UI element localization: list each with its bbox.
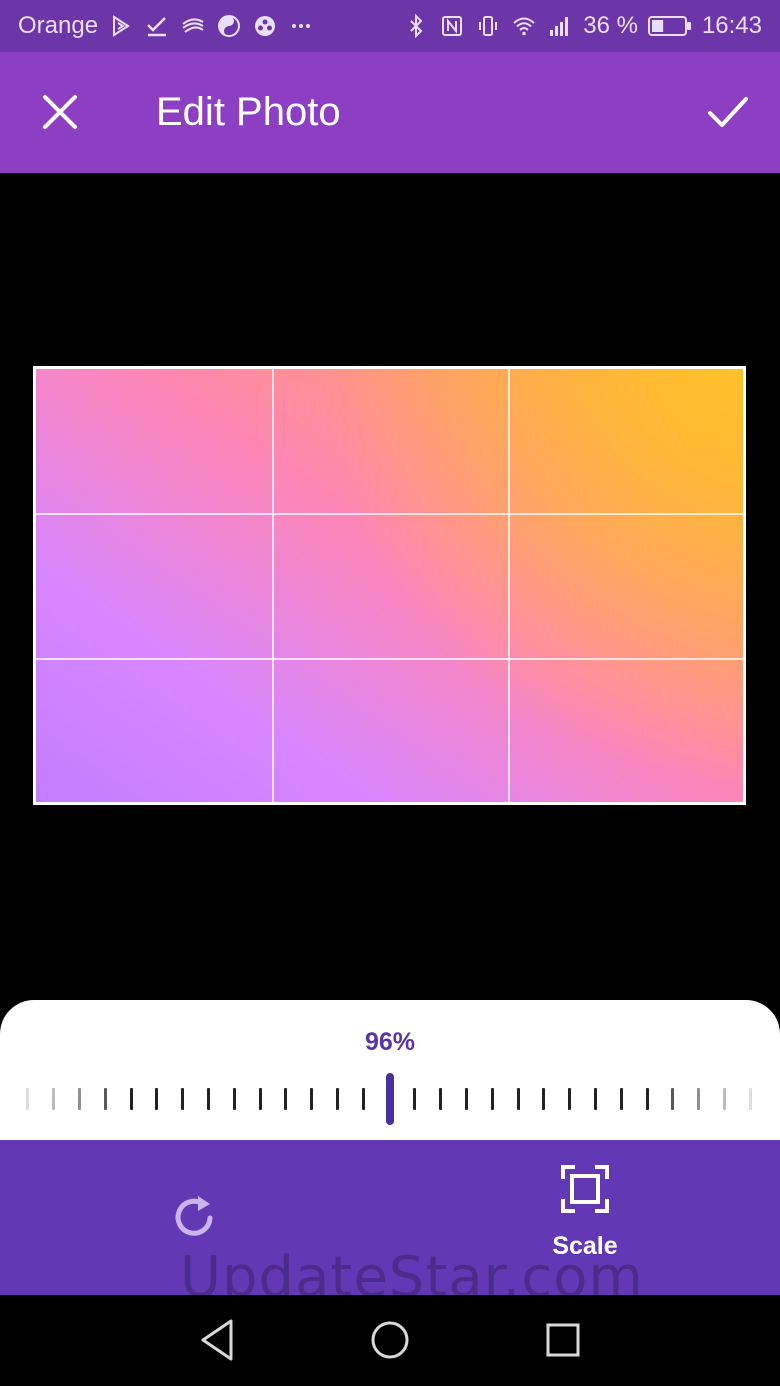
close-button[interactable]: [38, 90, 82, 134]
check-icon: [144, 13, 170, 39]
swirl-icon: [180, 13, 206, 39]
more-icon: [288, 13, 314, 39]
ball-icon: [252, 13, 278, 39]
slider-tick: [103, 1088, 107, 1110]
home-button[interactable]: [367, 1317, 413, 1363]
slider-tick: [206, 1088, 210, 1110]
slider-tick: [645, 1088, 649, 1110]
recents-icon: [546, 1323, 580, 1357]
confirm-button[interactable]: [706, 90, 750, 134]
slider-tick: [77, 1088, 81, 1110]
close-icon: [43, 95, 77, 129]
slider-tick: [310, 1088, 314, 1110]
slider-tick: [413, 1088, 417, 1110]
grid-line: [508, 369, 510, 802]
slider-tick: [568, 1088, 572, 1110]
slider-tick: [284, 1088, 288, 1110]
slider-tick: [258, 1088, 262, 1110]
slider-tick: [722, 1088, 726, 1110]
rotate-icon: [175, 1196, 213, 1236]
wifi-icon: [511, 13, 537, 39]
signal-icon: [547, 13, 573, 39]
grid-line: [272, 369, 274, 802]
back-icon: [201, 1319, 233, 1361]
yin-yang-icon: [216, 13, 242, 39]
slider-tick: [26, 1088, 30, 1110]
slider-tick: [181, 1088, 185, 1110]
scale-slider-panel: 96%: [0, 1000, 780, 1140]
slider-tick: [155, 1088, 159, 1110]
status-bar: Orange 36 % 16:43: [0, 0, 780, 52]
battery-percent: 36 %: [583, 12, 638, 39]
play-store-icon: [108, 13, 134, 39]
status-right: 36 % 16:43: [403, 12, 762, 40]
battery-icon: [647, 14, 692, 38]
grid-line: [36, 513, 743, 515]
slider-tick: [232, 1088, 236, 1110]
photo-canvas: [0, 173, 780, 1003]
status-left: Orange: [18, 12, 314, 40]
recents-button[interactable]: [540, 1317, 586, 1363]
slider-tick: [335, 1088, 339, 1110]
clock: 16:43: [701, 12, 762, 39]
scale-frame-icon: [561, 1165, 609, 1213]
home-icon: [371, 1321, 409, 1359]
slider-tick: [542, 1088, 546, 1110]
slider-tick: [748, 1088, 752, 1110]
slider-tick: [361, 1088, 365, 1110]
nfc-icon: [439, 13, 465, 39]
vibrate-icon: [475, 13, 501, 39]
app-bar: Edit Photo: [0, 52, 780, 173]
navigation-bar: [0, 1295, 780, 1386]
scale-value: 96%: [364, 1028, 416, 1056]
page-title: Edit Photo: [156, 90, 341, 134]
bluetooth-icon: [403, 13, 429, 39]
slider-tick: [697, 1088, 701, 1110]
check-icon: [708, 97, 748, 127]
slider-tick: [129, 1088, 133, 1110]
slider-tick: [516, 1088, 520, 1110]
slider-knob[interactable]: [386, 1073, 394, 1125]
slider-tick: [52, 1088, 56, 1110]
slider-tick: [439, 1088, 443, 1110]
back-button[interactable]: [195, 1317, 241, 1363]
grid-line: [36, 658, 743, 660]
slider-tick: [464, 1088, 468, 1110]
photo-crop-area[interactable]: [33, 366, 746, 805]
carrier-name: Orange: [18, 12, 99, 39]
slider-tick: [619, 1088, 623, 1110]
slider-tick: [671, 1088, 675, 1110]
rotate-button[interactable]: [170, 1192, 220, 1242]
slider-tick: [490, 1088, 494, 1110]
slider-tick: [593, 1088, 597, 1110]
